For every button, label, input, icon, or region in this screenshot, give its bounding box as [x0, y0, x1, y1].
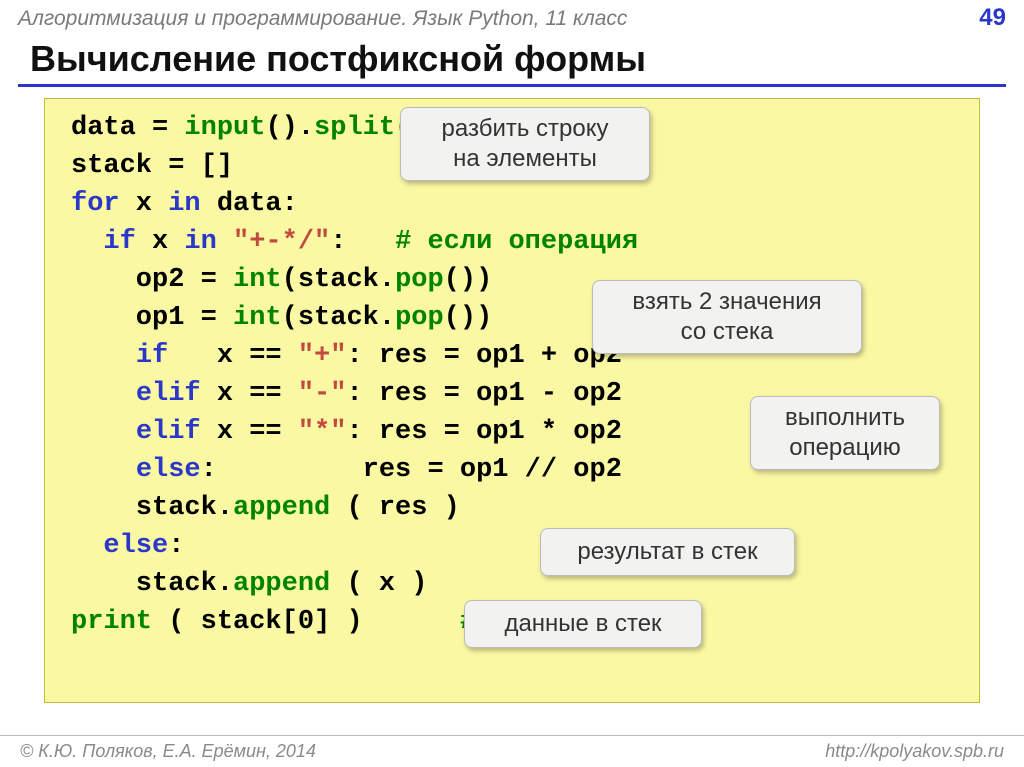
callout-text: взять 2 значения [609, 287, 845, 317]
code-text: "-" [298, 379, 347, 409]
code-text: : res [346, 379, 427, 409]
code-text [71, 379, 136, 409]
code-text [217, 227, 233, 257]
code-text: x [168, 341, 233, 371]
code-text: op1 // op2 [460, 455, 622, 485]
code-text [71, 417, 136, 447]
code-text: == [233, 341, 298, 371]
code-text: print [71, 607, 152, 637]
code-text: : res [346, 417, 427, 447]
code-text: : [330, 227, 395, 257]
code-text: = [427, 341, 476, 371]
code-text: = [427, 417, 476, 447]
code-text [71, 341, 136, 371]
code-text: stack. [71, 493, 233, 523]
code-text: "*" [298, 417, 347, 447]
code-text: int [233, 265, 282, 295]
code-text: x [136, 227, 185, 257]
code-text: # если операция [395, 227, 638, 257]
code-text: ( x ) [330, 569, 427, 599]
code-text: ()) [444, 303, 493, 333]
code-text: op1 [71, 303, 184, 333]
code-text: op1 * op2 [476, 417, 622, 447]
code-text [71, 455, 136, 485]
code-text: (). [265, 113, 314, 143]
code-text: : res [201, 455, 412, 485]
code-text: elif [136, 417, 201, 447]
code-text: = [136, 113, 185, 143]
code-text: split [314, 113, 395, 143]
code-text: append [233, 493, 330, 523]
code-text: else [136, 455, 201, 485]
code-text: if [136, 341, 168, 371]
code-text: elif [136, 379, 201, 409]
code-text: int [233, 303, 282, 333]
page-number: 49 [979, 4, 1006, 32]
footer-copyright: © К.Ю. Поляков, Е.А. Ерёмин, 2014 [20, 741, 316, 762]
code-text: "+-*/" [233, 227, 330, 257]
code-text: (stack. [282, 265, 395, 295]
code-text: = [427, 379, 476, 409]
code-text: in [184, 227, 216, 257]
code-text: x [201, 379, 233, 409]
callout-text: операцию [767, 433, 923, 463]
callout-text: результат в стек [577, 538, 757, 565]
callout-op: выполнить операцию [750, 396, 940, 470]
callout-text: со стека [609, 317, 845, 347]
code-text [71, 227, 103, 257]
code-text: x [201, 417, 233, 447]
code-text: ()) [444, 265, 493, 295]
callout-pop: взять 2 значения со стека [592, 280, 862, 354]
code-text: (stack. [282, 303, 395, 333]
callout-text: выполнить [767, 403, 923, 433]
code-text: ( res ) [330, 493, 460, 523]
code-text: : res [346, 341, 427, 371]
code-text: ( stack[0] ) [152, 607, 460, 637]
code-text: = [152, 151, 201, 181]
callout-text: на элементы [417, 144, 633, 174]
code-text: == [233, 417, 298, 447]
heading-rule [18, 84, 1006, 87]
code-text: pop [395, 265, 444, 295]
code-text: op1 - op2 [476, 379, 622, 409]
code-text: in [168, 189, 200, 219]
code-text: append [233, 569, 330, 599]
page-title: Вычисление постфиксной формы [0, 32, 1024, 84]
code-text: data: [201, 189, 298, 219]
topbar: Алгоритмизация и программирование. Язык … [0, 0, 1024, 32]
callout-text: разбить строку [417, 114, 633, 144]
slide: Алгоритмизация и программирование. Язык … [0, 0, 1024, 767]
code-text: pop [395, 303, 444, 333]
footer: © К.Ю. Поляков, Е.А. Ерёмин, 2014 http:/… [0, 735, 1024, 767]
code-text: op2 [71, 265, 184, 295]
callout-push-data: данные в стек [464, 600, 702, 648]
code-text: if [103, 227, 135, 257]
code-text: : [168, 531, 184, 561]
code-text: stack [71, 151, 152, 181]
callout-push-res: результат в стек [540, 528, 795, 576]
footer-link[interactable]: http://kpolyakov.spb.ru [825, 741, 1004, 762]
code-text: == [233, 379, 298, 409]
callout-text: данные в стек [504, 610, 661, 637]
code-text: else [103, 531, 168, 561]
callout-split: разбить строку на элементы [400, 107, 650, 181]
code-text: x [120, 189, 169, 219]
document-title: Алгоритмизация и программирование. Язык … [18, 7, 627, 31]
code-text: = [184, 303, 233, 333]
code-text: stack. [71, 569, 233, 599]
code-text: for [71, 189, 120, 219]
code-text: [] [201, 151, 233, 181]
code-text: data [71, 113, 136, 143]
code-text: = [184, 265, 233, 295]
code-text: = [411, 455, 460, 485]
code-text: input [184, 113, 265, 143]
code-text: "+" [298, 341, 347, 371]
code-text [71, 531, 103, 561]
